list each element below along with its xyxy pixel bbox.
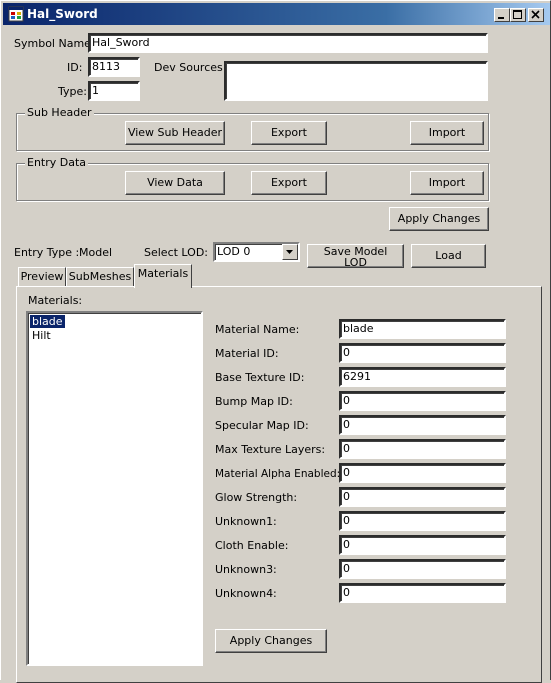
cloth-enable-field[interactable]: 0 [339,535,506,555]
cloth-enable-label: Cloth Enable: [215,539,289,552]
unknown1-label: Unknown1: [215,515,277,528]
load-button-label: Load [435,249,462,262]
minimize-icon [498,17,504,19]
entry-data-export-button[interactable]: Export [251,171,327,195]
lod-select-value: LOD 0 [217,245,251,258]
app-window: Hal_Sword Symbol Name: Hal_Sword ID: 811… [0,0,551,683]
lod-select[interactable]: LOD 0 [213,242,300,262]
entry-data-title: Entry Data [25,156,89,169]
bump-map-id-label: Bump Map ID: [215,395,293,408]
unknown4-label: Unknown4: [215,587,277,600]
close-icon [531,10,540,19]
specular-map-id-label: Specular Map ID: [215,419,309,432]
close-button[interactable] [528,8,544,22]
material-alpha-enabled-field[interactable]: 0 [339,463,506,483]
app-window-icon [8,6,24,22]
id-label: ID: [67,61,83,74]
tab-materials-label: Materials [137,267,189,280]
apply-changes-materials-button[interactable]: Apply Changes [215,629,327,653]
tab-materials[interactable]: Materials [134,264,192,288]
entry-type-label: Entry Type : [14,246,80,259]
lod-dropdown-button[interactable] [282,244,298,260]
minimize-button[interactable] [494,8,510,22]
specular-map-id-field[interactable]: 0 [339,415,506,435]
maximize-icon [513,10,522,19]
save-model-lod-button[interactable]: Save Model LOD [307,244,404,268]
material-name-label: Material Name: [215,323,300,336]
chevron-down-icon [286,250,293,254]
symbol-name-label: Symbol Name: [14,37,95,50]
tab-submeshes[interactable]: SubMeshes [66,267,134,287]
bump-map-id-field[interactable]: 0 [339,391,506,411]
glow-strength-label: Glow Strength: [215,491,298,504]
window-title: Hal_Sword [27,7,98,21]
id-field[interactable]: 8113 [88,57,140,77]
base-texture-id-label: Base Texture ID: [215,371,305,384]
max-texture-layers-field[interactable]: 0 [339,439,506,459]
sub-header-title: Sub Header [25,106,94,119]
unknown4-field[interactable]: 0 [339,583,506,603]
tab-preview-label: Preview [20,270,64,283]
unknown1-field[interactable]: 0 [339,511,506,531]
unknown3-field[interactable]: 0 [339,559,506,579]
entry-type-value: Model [79,246,113,259]
sub-header-import-button[interactable]: Import [410,121,484,145]
unknown3-label: Unknown3: [215,563,277,576]
material-alpha-enabled-label: Material Alpha Enabled: [215,468,341,480]
symbol-name-field[interactable]: Hal_Sword [88,33,488,53]
tab-submeshes-label: SubMeshes [68,270,132,283]
save-model-lod-line2: LOD [344,256,367,268]
type-field[interactable]: 1 [88,81,140,101]
load-button[interactable]: Load [411,244,486,268]
materials-list-label: Materials: [28,294,83,307]
max-texture-layers-label: Max Texture Layers: [215,443,326,456]
material-id-field[interactable]: 0 [339,343,506,363]
materials-list[interactable]: blade Hilt [26,311,203,666]
material-id-label: Material ID: [215,347,279,360]
material-name-field[interactable]: blade [339,319,506,339]
select-lod-label: Select LOD: [144,246,209,259]
entry-data-import-button[interactable]: Import [410,171,484,195]
dev-sources-label: Dev Sources: [154,61,227,74]
list-item[interactable]: blade [30,315,65,328]
base-texture-id-field[interactable]: 6291 [339,367,506,387]
list-item[interactable]: Hilt [30,329,53,342]
glow-strength-field[interactable]: 0 [339,487,506,507]
title-bar[interactable]: Hal_Sword [3,3,550,25]
sub-header-export-button[interactable]: Export [251,121,327,145]
maximize-button[interactable] [510,8,526,22]
tab-preview[interactable]: Preview [18,267,66,287]
apply-changes-top-button[interactable]: Apply Changes [389,207,489,231]
view-sub-header-button[interactable]: View Sub Header [125,121,225,145]
view-data-button[interactable]: View Data [125,171,225,195]
type-label: Type: [58,85,87,98]
dev-sources-field[interactable] [224,61,488,101]
